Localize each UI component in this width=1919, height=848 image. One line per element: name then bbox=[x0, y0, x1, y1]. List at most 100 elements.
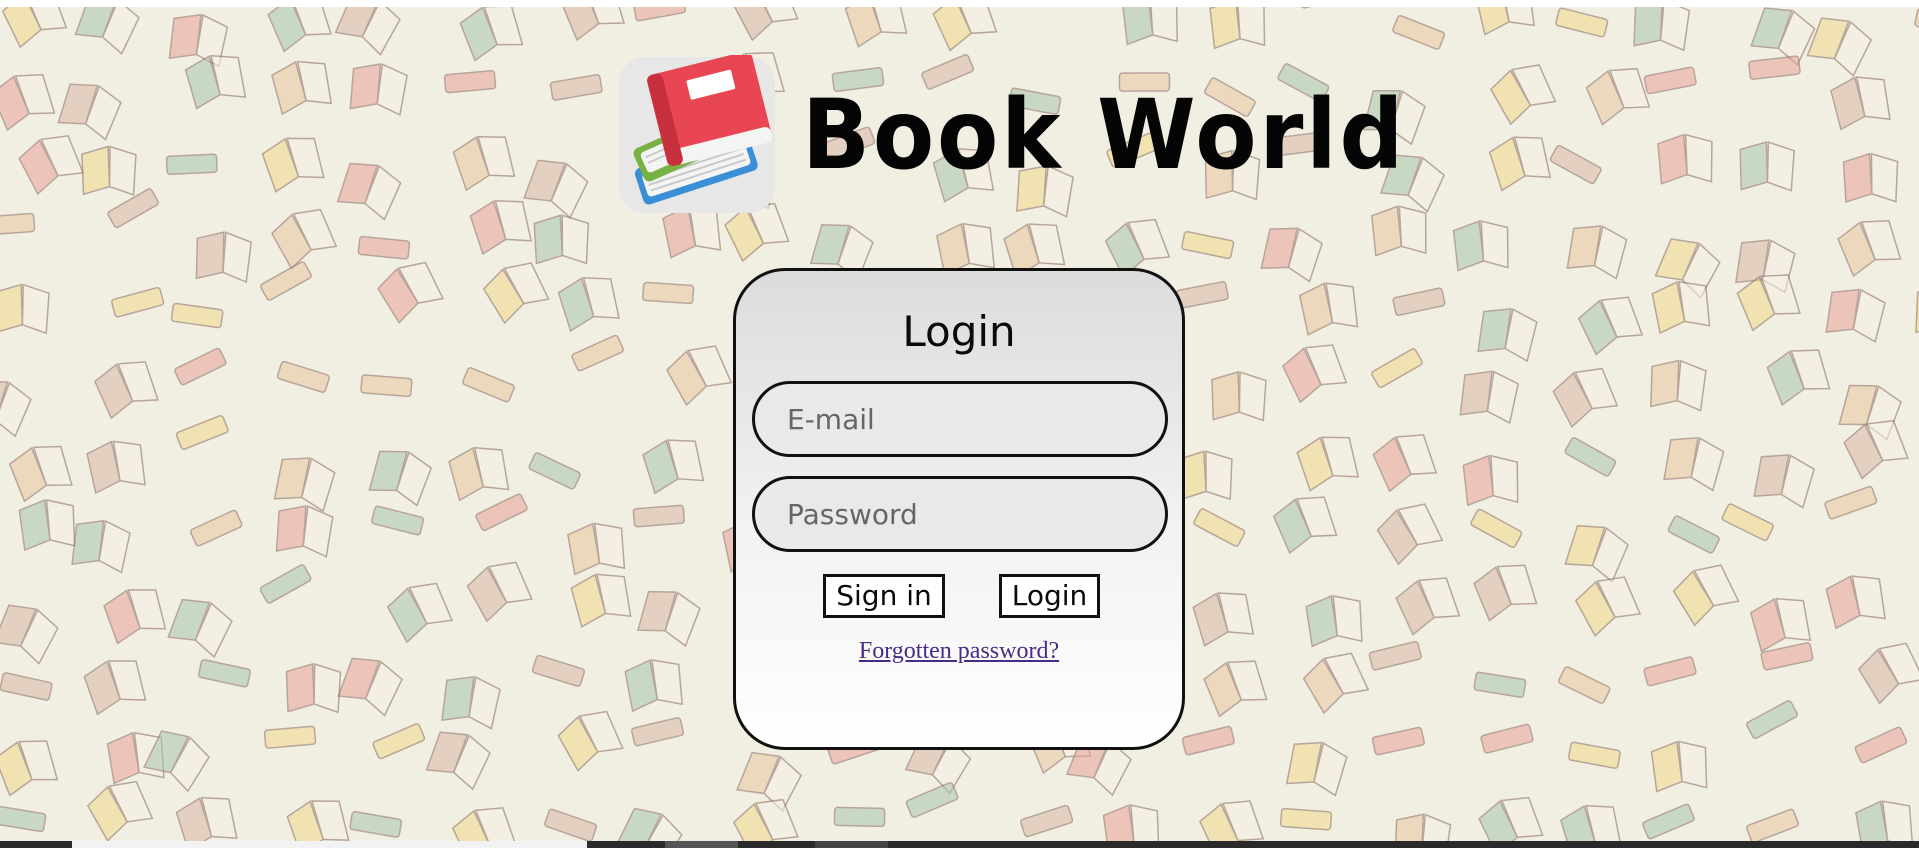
pattern-book bbox=[1177, 450, 1233, 501]
pattern-book bbox=[0, 379, 32, 438]
pattern-book bbox=[377, 261, 445, 324]
pattern-book bbox=[1574, 576, 1642, 637]
pattern-book bbox=[336, 162, 402, 221]
pattern-book bbox=[195, 231, 253, 284]
pattern-book bbox=[368, 450, 433, 507]
pattern-book bbox=[1181, 230, 1235, 260]
pattern-book bbox=[386, 582, 454, 644]
pattern-book bbox=[544, 808, 598, 841]
pattern-book bbox=[1199, 800, 1265, 841]
pattern-book bbox=[1642, 803, 1695, 840]
email-field[interactable]: E-mail bbox=[752, 381, 1168, 457]
pattern-book bbox=[571, 334, 624, 372]
pattern-book bbox=[441, 675, 501, 730]
pattern-book bbox=[259, 564, 312, 604]
pattern-book bbox=[636, 590, 701, 648]
pattern-book bbox=[557, 277, 620, 333]
pattern-book bbox=[844, 7, 908, 48]
pattern-book bbox=[334, 7, 401, 56]
pattern-book bbox=[1825, 288, 1886, 343]
pattern-book bbox=[1657, 133, 1713, 185]
pattern-book bbox=[371, 505, 425, 536]
pattern-book bbox=[167, 598, 233, 659]
pattern-book bbox=[630, 717, 685, 747]
pattern-book bbox=[1488, 136, 1552, 192]
pattern-book bbox=[360, 374, 413, 398]
email-placeholder: E-mail bbox=[787, 402, 875, 436]
pattern-book bbox=[1672, 564, 1740, 627]
pattern-book bbox=[1392, 14, 1446, 50]
login-button[interactable]: Login bbox=[999, 574, 1100, 618]
pattern-book bbox=[1192, 592, 1255, 647]
pattern-book bbox=[451, 807, 518, 841]
pattern-book bbox=[1651, 280, 1711, 335]
pattern-book bbox=[1567, 741, 1621, 769]
site-header: Book World bbox=[617, 51, 1452, 215]
pattern-book bbox=[197, 659, 252, 688]
pattern-book bbox=[732, 798, 799, 841]
pattern-book bbox=[833, 806, 886, 828]
pattern-book bbox=[1281, 344, 1348, 404]
pattern-book bbox=[260, 261, 312, 301]
pattern-book bbox=[1559, 804, 1622, 841]
pattern-book bbox=[285, 662, 342, 714]
pattern-book bbox=[1564, 525, 1629, 583]
pattern-book bbox=[1857, 642, 1919, 705]
pattern-book bbox=[642, 281, 695, 305]
pattern-book bbox=[1915, 285, 1919, 334]
pattern-book bbox=[1394, 813, 1452, 841]
password-field[interactable]: Password bbox=[752, 476, 1168, 552]
pattern-book bbox=[1462, 454, 1519, 507]
pattern-book bbox=[267, 7, 332, 53]
pattern-book bbox=[83, 660, 147, 716]
pattern-book bbox=[475, 493, 528, 532]
pattern-book bbox=[549, 74, 603, 101]
pattern-book bbox=[0, 212, 36, 236]
pattern-book bbox=[1395, 577, 1461, 636]
pattern-book bbox=[18, 134, 85, 196]
pattern-book bbox=[633, 7, 686, 22]
pattern-book bbox=[175, 796, 238, 841]
pattern-book bbox=[1585, 67, 1651, 126]
pattern-book bbox=[557, 710, 624, 772]
pattern-book bbox=[531, 654, 586, 687]
pattern-book bbox=[1750, 7, 1816, 67]
pattern-book bbox=[1376, 503, 1444, 566]
pattern-book bbox=[1474, 7, 1535, 36]
pattern-book bbox=[184, 54, 247, 110]
pattern-book bbox=[1825, 575, 1886, 630]
forgot-password-link[interactable]: Forgotten password? bbox=[736, 638, 1182, 665]
pattern-book bbox=[273, 457, 336, 513]
pattern-book bbox=[1478, 796, 1544, 841]
pattern-book bbox=[1837, 219, 1902, 278]
pattern-book bbox=[1480, 723, 1534, 754]
pattern-book bbox=[86, 440, 146, 495]
sign-in-button[interactable]: Sign in bbox=[823, 574, 945, 618]
pattern-book bbox=[357, 235, 411, 260]
pattern-book bbox=[1749, 597, 1812, 653]
pattern-book bbox=[0, 672, 53, 701]
login-title: Login bbox=[902, 307, 1016, 356]
pattern-book bbox=[1209, 7, 1266, 50]
pattern-book bbox=[1549, 144, 1602, 185]
site-title: Book World bbox=[802, 79, 1407, 191]
pattern-book bbox=[425, 731, 491, 791]
password-placeholder: Password bbox=[787, 497, 918, 531]
pattern-book bbox=[1552, 367, 1619, 429]
pattern-book bbox=[1470, 508, 1523, 548]
pattern-book bbox=[86, 780, 154, 841]
pattern-book bbox=[1371, 726, 1425, 756]
pattern-book bbox=[174, 347, 227, 386]
pattern-book bbox=[1203, 660, 1268, 718]
pattern-book bbox=[1650, 359, 1707, 412]
pattern-book bbox=[349, 811, 403, 838]
pattern-book bbox=[1489, 64, 1557, 126]
pattern-book bbox=[1305, 594, 1363, 648]
pattern-book bbox=[1477, 308, 1538, 363]
pattern-book bbox=[448, 446, 510, 502]
pattern-book bbox=[1914, 8, 1919, 37]
pattern-book bbox=[0, 604, 59, 665]
pattern-book bbox=[1650, 740, 1708, 793]
pattern-book bbox=[1748, 55, 1801, 80]
pattern-book bbox=[94, 361, 159, 420]
